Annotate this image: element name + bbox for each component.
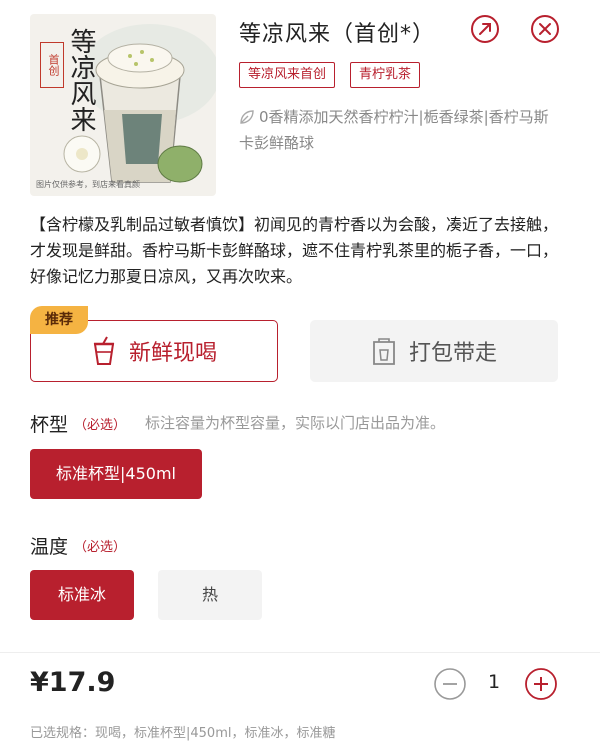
cup-size-label: 杯型 bbox=[30, 414, 69, 436]
selected-spec: 已选规格：现喝，标准杯型|450ml，标准冰，标准糖 bbox=[30, 726, 336, 741]
close-button[interactable] bbox=[530, 14, 560, 44]
temperature-option-ice[interactable]: 标准冰 bbox=[30, 570, 134, 620]
product-image: 等凉风来 首创 图片仅供参考，到店来看真颜 bbox=[30, 14, 216, 196]
product-description: 【含柠檬及乳制品过敏者慎饮】初闻见的青柠香以为会酸，凑近了去接触，才发现是鲜甜。… bbox=[30, 215, 559, 286]
quantity-increase-button[interactable] bbox=[524, 667, 558, 701]
required-mark: （必选） bbox=[74, 540, 127, 555]
image-seal: 首创 bbox=[40, 42, 64, 88]
divider bbox=[0, 652, 600, 653]
quantity-value: 1 bbox=[487, 671, 501, 693]
share-icon bbox=[471, 15, 499, 43]
ingredients: 0香精添加天然香柠柠汁|栀香绿茶|香柠马斯卡彭鲜酪球 bbox=[239, 104, 559, 156]
cup-size-heading: 杯型 （必选） bbox=[30, 410, 126, 437]
product-tag: 等凉风来首创 bbox=[239, 62, 336, 88]
product-tag: 青柠乳茶 bbox=[350, 62, 421, 88]
temperature-option-hot[interactable]: 热 bbox=[158, 570, 262, 620]
temperature-label: 温度 bbox=[30, 536, 69, 558]
ingredients-text: 0香精添加天然香柠柠汁|栀香绿茶|香柠马斯卡彭鲜酪球 bbox=[239, 108, 549, 152]
takeaway-button[interactable]: 打包带走 bbox=[310, 320, 558, 382]
takeaway-label: 打包带走 bbox=[408, 341, 497, 366]
required-mark: （必选） bbox=[74, 418, 127, 433]
price: ¥17.9 bbox=[30, 667, 116, 698]
temperature-heading: 温度 （必选） bbox=[30, 532, 126, 559]
fresh-drink-label: 新鲜现喝 bbox=[128, 341, 217, 366]
quantity-decrease-button[interactable] bbox=[433, 667, 467, 701]
leaf-icon bbox=[240, 110, 254, 124]
close-icon bbox=[531, 15, 559, 43]
cup-option-standard[interactable]: 标准杯型|450ml bbox=[30, 449, 202, 499]
image-caption: 图片仅供参考，到店来看真颜 bbox=[36, 180, 140, 189]
cup-size-note: 标注容量为杯型容量，实际以门店出品为准。 bbox=[145, 414, 446, 432]
plus-icon bbox=[525, 668, 557, 700]
product-title: 等凉风来（首创*） bbox=[239, 22, 436, 47]
cup-icon bbox=[93, 336, 115, 365]
share-button[interactable] bbox=[470, 14, 500, 44]
minus-icon bbox=[434, 668, 466, 700]
image-calligraphy: 等凉风来 bbox=[66, 28, 96, 132]
bag-icon bbox=[373, 338, 395, 365]
recommend-badge: 推荐 bbox=[30, 306, 88, 334]
